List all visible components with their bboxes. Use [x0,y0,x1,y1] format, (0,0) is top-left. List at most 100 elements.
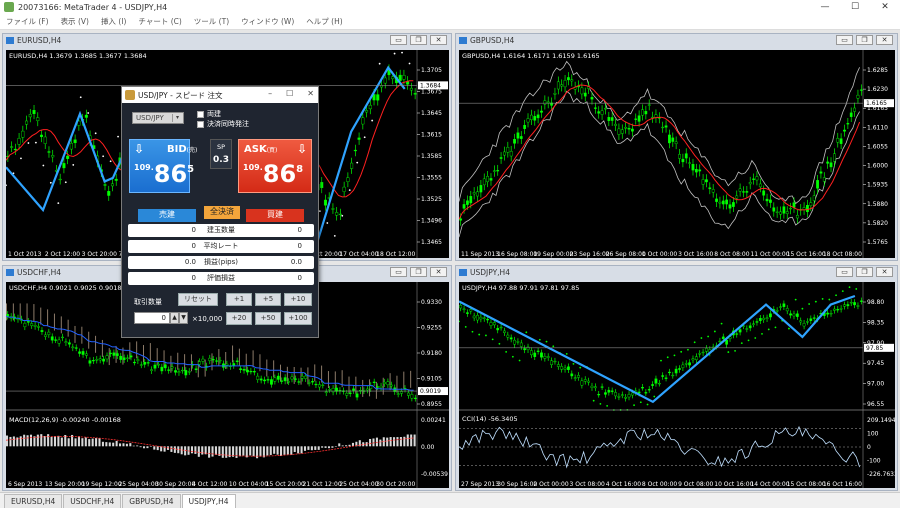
candle-body [732,202,735,207]
minimize-button[interactable]: — [810,0,840,14]
parabolic-sar-dot [79,96,82,99]
chart-canvas-gbpusd[interactable]: 1.6285 1.6230 1.6165 1.6110 1.6055 1.6000 1.59… [459,50,895,258]
bid-price-prefix: 109. [134,163,154,172]
candle-body [459,218,463,221]
dialog-maximize-button[interactable]: ☐ [286,89,293,98]
buy-position-tab[interactable]: 買建 [246,209,304,222]
parabolic-sar-dot [660,359,662,362]
ask-buy-button[interactable]: ASK(買) ⇩ 109.868 [238,139,312,193]
macd-histogram-bar [406,434,409,447]
macd-histogram-bar [238,446,241,457]
tab-eurusd[interactable]: EURUSD,H4 [4,494,63,508]
time-axis-label: 1 Oct 00:00 [642,251,677,258]
chart-close-button[interactable]: ✕ [430,35,447,45]
menu-charts[interactable]: チャート (C) [132,16,187,27]
checkbox-box[interactable] [197,120,204,128]
parabolic-sar-dot [693,341,696,344]
quantity-input[interactable]: 0 [134,312,170,324]
chart-canvas-usdjpy[interactable]: 98.80 98.35 97.90 97.45 97.00 96.55 97.85 209.1… [459,282,895,488]
close-button[interactable]: ✕ [870,0,900,14]
chart-plot: 98.8098.3597.9097.4597.0096.5597.85209.1… [459,282,895,488]
chart-minimize-button[interactable]: ▭ [390,267,407,277]
macd-histogram-bar [393,437,396,447]
candle-body [32,110,36,114]
menu-file[interactable]: ファイル (F) [0,16,55,27]
add-50-button[interactable]: +50 [255,312,281,325]
add-100-button[interactable]: +100 [284,312,312,325]
ichimoku-cloud-line [6,303,7,321]
sell-position-tab[interactable]: 売建 [138,209,196,222]
bid-sell-button[interactable]: ⇩ BID(売) 109.865 [129,139,197,193]
add-1-button[interactable]: +1 [226,293,252,306]
parabolic-sar-dot [646,403,649,406]
macd-histogram-bar [139,446,142,448]
dialog-minimize-button[interactable]: – [268,89,272,98]
settle-checkbox[interactable]: 決済同時発注 [197,119,249,129]
price-axis-label: 0.9180 [421,350,442,357]
ichimoku-cloud-line [389,373,391,391]
chart-minimize-button[interactable]: ▭ [390,35,407,45]
candle-body [849,302,853,304]
tab-usdjpy[interactable]: USDJPY,H4 [181,494,236,508]
chart-restore-button[interactable]: ❐ [410,267,427,277]
reset-button[interactable]: リセット [178,293,218,306]
macd-histogram-bar [338,443,341,447]
chart-minimize-button[interactable]: ▭ [836,267,853,277]
maximize-button[interactable]: ☐ [840,0,870,14]
menu-window[interactable]: ウィンドウ (W) [235,16,300,27]
macd-histogram-bar [334,446,337,447]
candle-body [846,123,850,125]
candle-body [550,360,553,366]
candle-body [509,337,513,340]
chart-restore-button[interactable]: ❐ [410,35,427,45]
candle-body [721,336,725,340]
chart-window-title: USDCHF,H4 [17,268,62,277]
candle-body [109,352,112,355]
candle-body [184,370,188,376]
chart-restore-button[interactable]: ❐ [856,267,873,277]
candle-body [519,136,523,139]
menu-insert[interactable]: 挿入 (I) [95,16,132,27]
dialog-close-button[interactable]: ✕ [307,89,314,98]
macd-histogram-bar [122,443,125,447]
price-axis-label: 0.9255 [421,325,442,332]
ichimoku-cloud-line [410,370,412,388]
quantity-up-icon[interactable]: ▲ [170,312,179,324]
chart-close-button[interactable]: ✕ [430,267,447,277]
candle-body [775,211,779,213]
add-20-button[interactable]: +20 [226,312,252,325]
candle-body [647,389,651,391]
parabolic-sar-dot [393,52,396,55]
candle-body [499,326,503,329]
chart-window-usdjpy[interactable]: USDJPY,H4 ▭ ❐ ✕ 98.80 98.35 97.90 97.45 97.00 9… [455,265,898,491]
candle-body [526,118,530,123]
tab-usdchf[interactable]: USDCHF,H4 [63,494,122,508]
chart-close-button[interactable]: ✕ [876,267,893,277]
price-axis-label: 98.80 [867,299,884,306]
chart-window-gbpusd[interactable]: GBPUSD,H4 ▭ ❐ ✕ 1.6285 1.6230 1.6165 1.6110 1.… [455,33,898,261]
menu-view[interactable]: 表示 (V) [55,16,95,27]
close-all-button[interactable]: 全決済 [204,206,240,219]
hedge-checkbox[interactable]: 両建 [197,109,221,119]
candle-body [782,303,786,307]
checkbox-box[interactable] [197,110,204,118]
add-10-button[interactable]: +10 [284,293,312,306]
candle-body [745,328,749,330]
time-axis-label: 6 Sep 2013 [8,481,42,488]
buy-value: 0 [297,242,302,250]
ichimoku-cloud-line [211,353,213,371]
add-5-button[interactable]: +5 [255,293,281,306]
symbol-select[interactable]: USD/JPY ▾ [132,112,184,124]
buy-value: 0.0 [290,258,302,266]
chart-restore-button[interactable]: ❐ [856,35,873,45]
tab-gbpusd[interactable]: GBPUSD,H4 [122,494,181,508]
candle-body [307,382,311,384]
price-axis-label: 0.9330 [421,299,442,306]
quantity-down-icon[interactable]: ▼ [179,312,188,324]
chart-minimize-button[interactable]: ▭ [836,35,853,45]
macd-histogram-bar [60,437,63,447]
price-axis-label: 1.6000 [867,163,888,170]
menu-tools[interactable]: ツール (T) [188,16,235,27]
menu-help[interactable]: ヘルプ (H) [300,16,348,27]
chart-close-button[interactable]: ✕ [876,35,893,45]
